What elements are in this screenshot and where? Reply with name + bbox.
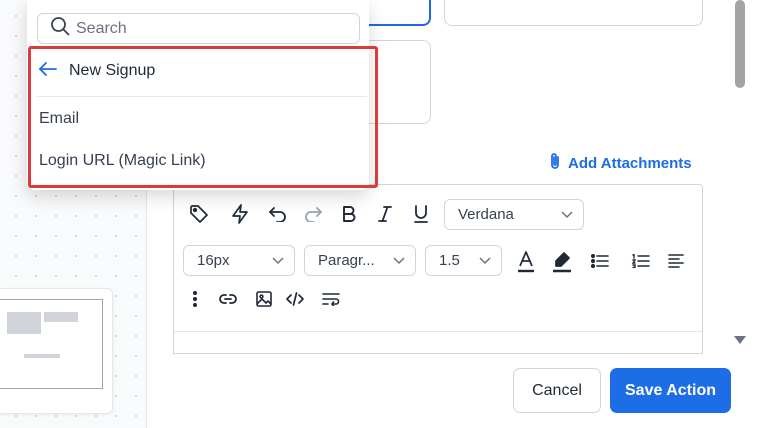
code-icon[interactable] bbox=[284, 288, 306, 310]
add-attachments-link[interactable]: Add Attachments bbox=[548, 152, 692, 174]
paperclip-icon bbox=[548, 152, 562, 174]
search-box[interactable] bbox=[37, 13, 360, 44]
wrap-text-icon[interactable] bbox=[320, 288, 342, 310]
option-card-selected[interactable] bbox=[360, 0, 431, 26]
chevron-down-icon bbox=[393, 252, 405, 269]
menu-divider bbox=[37, 96, 367, 97]
search-icon bbox=[50, 16, 70, 41]
bold-icon[interactable] bbox=[338, 203, 360, 225]
font-size-select[interactable]: 16px bbox=[183, 245, 295, 276]
align-left-icon[interactable] bbox=[665, 251, 687, 271]
scroll-down-arrow-icon[interactable] bbox=[733, 334, 747, 346]
search-input[interactable] bbox=[76, 19, 356, 38]
menu-item-email[interactable]: Email bbox=[39, 107, 79, 131]
font-size-value: 16px bbox=[197, 252, 230, 269]
back-to-new-signup[interactable]: New Signup bbox=[39, 58, 155, 84]
option-card[interactable] bbox=[444, 0, 703, 26]
undo-icon[interactable] bbox=[267, 203, 289, 225]
numbered-list-icon[interactable] bbox=[630, 251, 652, 271]
save-action-button[interactable]: Save Action bbox=[610, 368, 731, 413]
back-label: New Signup bbox=[69, 62, 156, 79]
chevron-down-icon bbox=[272, 252, 284, 269]
minimap-node bbox=[44, 312, 78, 322]
add-attachments-label: Add Attachments bbox=[568, 154, 692, 172]
highlight-icon[interactable] bbox=[551, 250, 573, 274]
tag-icon[interactable] bbox=[188, 203, 210, 225]
underline-icon[interactable] bbox=[410, 203, 432, 225]
minimap-node bbox=[7, 312, 41, 334]
block-format-value: Paragr... bbox=[318, 252, 375, 269]
line-height-select[interactable]: 1.5 bbox=[425, 245, 502, 276]
font-family-select[interactable]: Verdana bbox=[444, 199, 584, 230]
line-height-value: 1.5 bbox=[439, 252, 460, 269]
scrollbar-thumb[interactable] bbox=[735, 0, 745, 88]
editor-toolbar-divider bbox=[174, 331, 702, 332]
link-icon[interactable] bbox=[217, 288, 239, 310]
rich-text-editor[interactable]: Verdana 16px Paragr... 1.5 bbox=[173, 184, 703, 354]
text-color-icon[interactable] bbox=[515, 250, 537, 274]
minimap[interactable] bbox=[0, 288, 113, 414]
redo-icon[interactable] bbox=[302, 203, 324, 225]
arrow-left-icon bbox=[39, 61, 57, 81]
font-family-value: Verdana bbox=[458, 206, 514, 223]
bullet-list-icon[interactable] bbox=[589, 251, 611, 271]
chevron-down-icon bbox=[561, 206, 573, 223]
block-format-select[interactable]: Paragr... bbox=[304, 245, 416, 276]
lightning-icon[interactable] bbox=[229, 203, 251, 225]
chevron-down-icon bbox=[479, 252, 491, 269]
italic-icon[interactable] bbox=[374, 203, 396, 225]
minimap-viewport bbox=[0, 299, 103, 389]
cancel-button[interactable]: Cancel bbox=[513, 368, 601, 413]
minimap-node bbox=[24, 354, 60, 358]
menu-item-login-url[interactable]: Login URL (Magic Link) bbox=[39, 149, 206, 173]
more-vertical-icon[interactable] bbox=[184, 288, 206, 310]
image-icon[interactable] bbox=[253, 288, 275, 310]
